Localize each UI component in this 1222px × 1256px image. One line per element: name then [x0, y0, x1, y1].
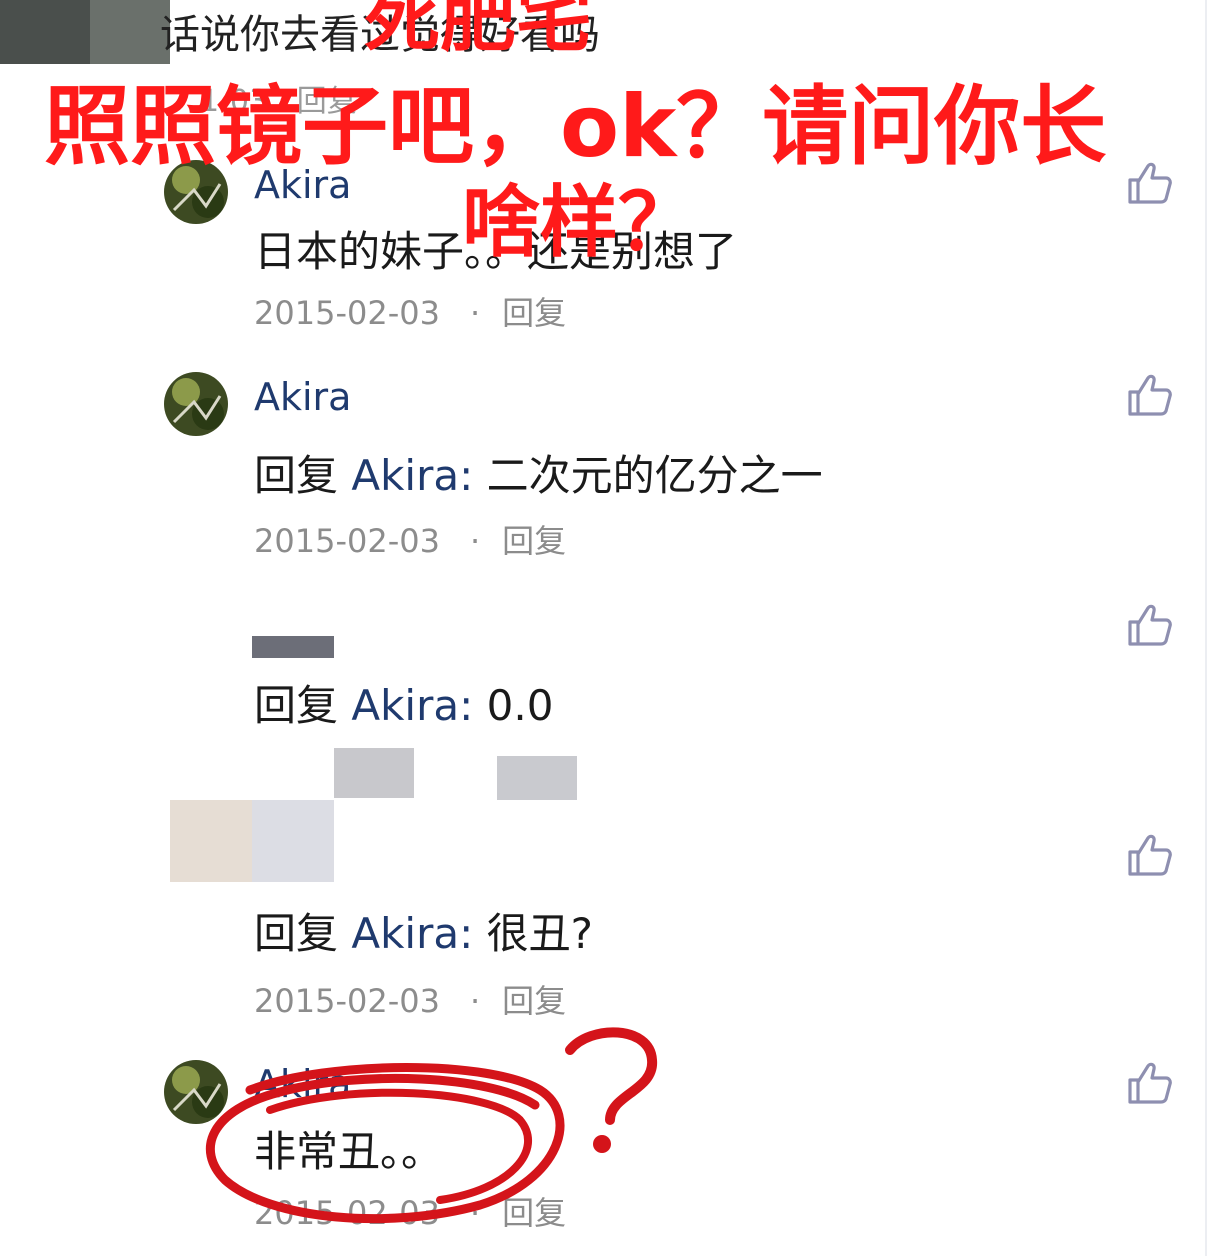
comment-text: 回复 Akira: 二次元的亿分之一 [254, 442, 823, 503]
avatar-image [164, 372, 228, 436]
meta-separator: · [469, 982, 481, 1020]
comment-text: 回复 Akira: 0.0 [254, 672, 553, 733]
reply-prefix: 回复 [254, 909, 339, 958]
comment-date: 2015-02-03 [254, 522, 440, 560]
meta-separator: · [469, 294, 481, 332]
avatar[interactable] [164, 372, 228, 436]
comment-date: 2015-02-03 [254, 982, 440, 1020]
comment-username[interactable]: Akira [254, 375, 351, 419]
reply-body: 0.0 [486, 681, 554, 730]
mention-link[interactable]: Akira: [351, 451, 473, 500]
thumbs-up-icon[interactable] [1124, 600, 1174, 650]
comment-date: 2015-02-03 [254, 294, 440, 332]
scroll-edge [1205, 0, 1207, 1256]
red-circle-annotation [205, 1027, 658, 1224]
comment-meta: 2015-02-03 · 回复 [254, 516, 566, 562]
censored-block [334, 748, 414, 798]
censored-username [252, 636, 334, 658]
reply-prefix: 回复 [254, 681, 339, 730]
reply-button[interactable]: 回复 [502, 522, 566, 560]
thumbs-up-icon[interactable] [1124, 830, 1174, 880]
reply-button[interactable]: 回复 [502, 294, 566, 332]
reply-prefix: 回复 [254, 451, 339, 500]
thumbs-up-icon[interactable] [1124, 370, 1174, 420]
censored-avatar-part [252, 800, 334, 882]
reply-button[interactable]: 回复 [502, 982, 566, 1020]
blurred-avatar-part [90, 0, 170, 64]
censored-block [497, 756, 577, 800]
mention-link[interactable]: Akira: [351, 681, 473, 730]
blurred-avatar [0, 0, 90, 64]
reply-body: 很丑? [486, 909, 593, 958]
reply-body: 二次元的亿分之一 [486, 451, 823, 500]
censored-avatar [170, 800, 252, 882]
overlay-caption-line3: 啥样？ [462, 178, 697, 268]
meta-separator: · [469, 522, 481, 560]
comment-meta: 2015-02-03 · 回复 [254, 976, 566, 1022]
thumbs-up-icon[interactable] [1124, 1058, 1174, 1108]
comment-text: 回复 Akira: 很丑? [254, 900, 593, 961]
comment-meta: 2015-02-03 · 回复 [254, 288, 566, 334]
mention-link[interactable]: Akira: [351, 909, 473, 958]
thumbs-up-icon[interactable] [1124, 158, 1174, 208]
